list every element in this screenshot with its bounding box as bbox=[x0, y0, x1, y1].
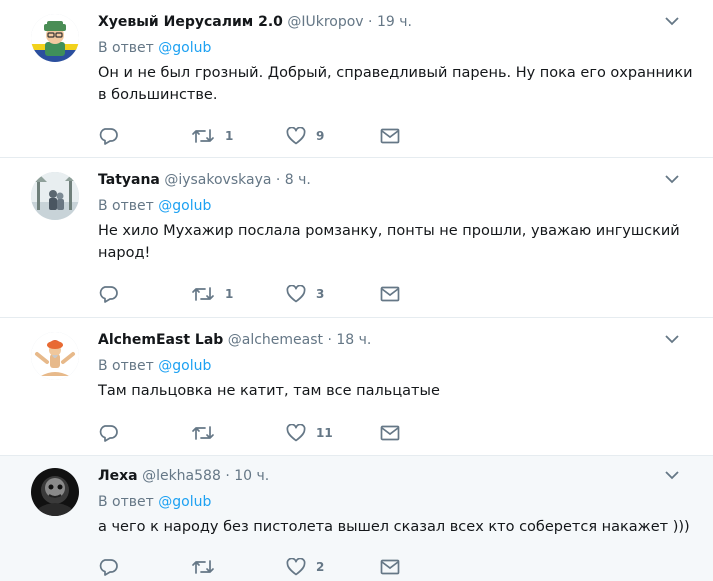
envelope-icon bbox=[380, 425, 400, 441]
tweet-actions: 11 bbox=[98, 422, 418, 444]
chevron-down-icon bbox=[665, 470, 679, 479]
direct-message-button[interactable] bbox=[380, 283, 400, 305]
replies-feed: Хуевый Иерусалим 2.0 @IUkropov · 19 ч. В… bbox=[0, 0, 713, 581]
heart-icon bbox=[286, 424, 306, 442]
like-count: 2 bbox=[316, 560, 325, 574]
username[interactable]: @IUkropov bbox=[287, 14, 363, 30]
tweet[interactable]: Хуевый Иерусалим 2.0 @IUkropov · 19 ч. В… bbox=[0, 0, 713, 158]
retweet-count: 1 bbox=[225, 287, 234, 301]
like-count: 9 bbox=[316, 129, 325, 143]
retweet-button[interactable] bbox=[191, 422, 225, 444]
retweet-icon bbox=[192, 129, 214, 143]
retweet-icon bbox=[192, 287, 214, 301]
tweet-actions: 1 9 bbox=[98, 125, 418, 147]
tweet-menu-button[interactable] bbox=[661, 168, 683, 190]
reply-context: В ответ @golub bbox=[98, 196, 695, 216]
tweet-text: Он и не был грозный. Добрый, справедливы… bbox=[98, 65, 693, 103]
like-count: 3 bbox=[316, 287, 325, 301]
envelope-icon bbox=[380, 286, 400, 302]
reply-button[interactable] bbox=[98, 125, 118, 147]
heart-icon bbox=[286, 285, 306, 303]
separator: · bbox=[225, 468, 230, 484]
reply-mention-link[interactable]: @golub bbox=[158, 494, 211, 510]
display-name[interactable]: Хуевый Иерусалим 2.0 bbox=[98, 14, 283, 30]
reply-mention-link[interactable]: @golub bbox=[158, 198, 211, 214]
reply-prefix: В ответ bbox=[98, 198, 154, 214]
display-name[interactable]: AlchemEast Lab bbox=[98, 332, 223, 348]
retweet-button[interactable] bbox=[191, 556, 225, 578]
tweet-text: Там пальцовка не катит, там все пальцаты… bbox=[98, 383, 440, 399]
timestamp[interactable]: 10 ч. bbox=[234, 468, 269, 484]
chevron-down-icon bbox=[665, 16, 679, 25]
retweet-button[interactable]: 1 bbox=[191, 283, 233, 305]
reply-button[interactable] bbox=[98, 283, 118, 305]
username[interactable]: @lekha588 bbox=[142, 468, 221, 484]
tweet-actions: 1 3 bbox=[98, 283, 418, 305]
reply-mention-link[interactable]: @golub bbox=[158, 40, 211, 56]
direct-message-button[interactable] bbox=[380, 556, 400, 578]
heart-icon bbox=[286, 127, 306, 145]
like-button[interactable]: 3 bbox=[286, 283, 324, 305]
display-name[interactable]: Tatyana bbox=[98, 172, 160, 188]
avatar[interactable] bbox=[31, 14, 79, 62]
avatar[interactable] bbox=[31, 332, 79, 380]
tweet-menu-button[interactable] bbox=[661, 10, 683, 32]
avatar[interactable] bbox=[31, 172, 79, 220]
tweet[interactable]: Леха @lekha588 · 10 ч. В ответ @golub а … bbox=[0, 456, 713, 581]
username[interactable]: @alchemeast bbox=[228, 332, 323, 348]
reply-icon bbox=[99, 425, 118, 442]
direct-message-button[interactable] bbox=[380, 422, 400, 444]
reply-context: В ответ @golub bbox=[98, 492, 695, 512]
reply-context: В ответ @golub bbox=[98, 356, 695, 376]
reply-prefix: В ответ bbox=[98, 494, 154, 510]
reply-button[interactable] bbox=[98, 422, 118, 444]
reply-icon bbox=[99, 128, 118, 145]
chevron-down-icon bbox=[665, 334, 679, 343]
envelope-icon bbox=[380, 559, 400, 575]
direct-message-button[interactable] bbox=[380, 125, 400, 147]
tweet-menu-button[interactable] bbox=[661, 328, 683, 350]
separator: · bbox=[368, 14, 373, 30]
separator: · bbox=[275, 172, 281, 188]
reply-button[interactable] bbox=[98, 556, 118, 578]
envelope-icon bbox=[380, 128, 400, 144]
reply-prefix: В ответ bbox=[98, 40, 154, 56]
retweet-icon bbox=[192, 560, 214, 574]
timestamp[interactable]: 8 ч. bbox=[285, 172, 311, 188]
reply-icon bbox=[99, 559, 118, 576]
like-count: 11 bbox=[316, 426, 333, 440]
tweet[interactable]: AlchemEast Lab @alchemeast · 18 ч. В отв… bbox=[0, 318, 713, 456]
username[interactable]: @iysakovskaya bbox=[164, 172, 271, 188]
reply-mention-link[interactable]: @golub bbox=[158, 358, 211, 374]
avatar[interactable] bbox=[31, 468, 79, 516]
reply-context: В ответ @golub bbox=[98, 38, 695, 58]
retweet-count: 1 bbox=[225, 129, 234, 143]
tweet-actions: 2 bbox=[98, 556, 418, 578]
separator: · bbox=[327, 332, 332, 348]
tweet-menu-button[interactable] bbox=[661, 464, 683, 486]
like-button[interactable]: 9 bbox=[286, 125, 324, 147]
retweet-icon bbox=[192, 426, 214, 440]
tweet-text: а чего к народу без пистолета вышел сказ… bbox=[98, 519, 690, 535]
display-name[interactable]: Леха bbox=[98, 468, 138, 484]
heart-icon bbox=[286, 558, 306, 576]
tweet-text: Не хило Мухажир послала ромзанку, понты … bbox=[98, 223, 680, 261]
timestamp[interactable]: 18 ч. bbox=[336, 332, 371, 348]
like-button[interactable]: 11 bbox=[286, 422, 333, 444]
like-button[interactable]: 2 bbox=[286, 556, 324, 578]
reply-icon bbox=[99, 286, 118, 303]
reply-prefix: В ответ bbox=[98, 358, 154, 374]
timestamp[interactable]: 19 ч. bbox=[377, 14, 412, 30]
tweet[interactable]: Tatyana @iysakovskaya · 8 ч. В ответ @go… bbox=[0, 158, 713, 318]
chevron-down-icon bbox=[665, 174, 679, 183]
retweet-button[interactable]: 1 bbox=[191, 125, 233, 147]
